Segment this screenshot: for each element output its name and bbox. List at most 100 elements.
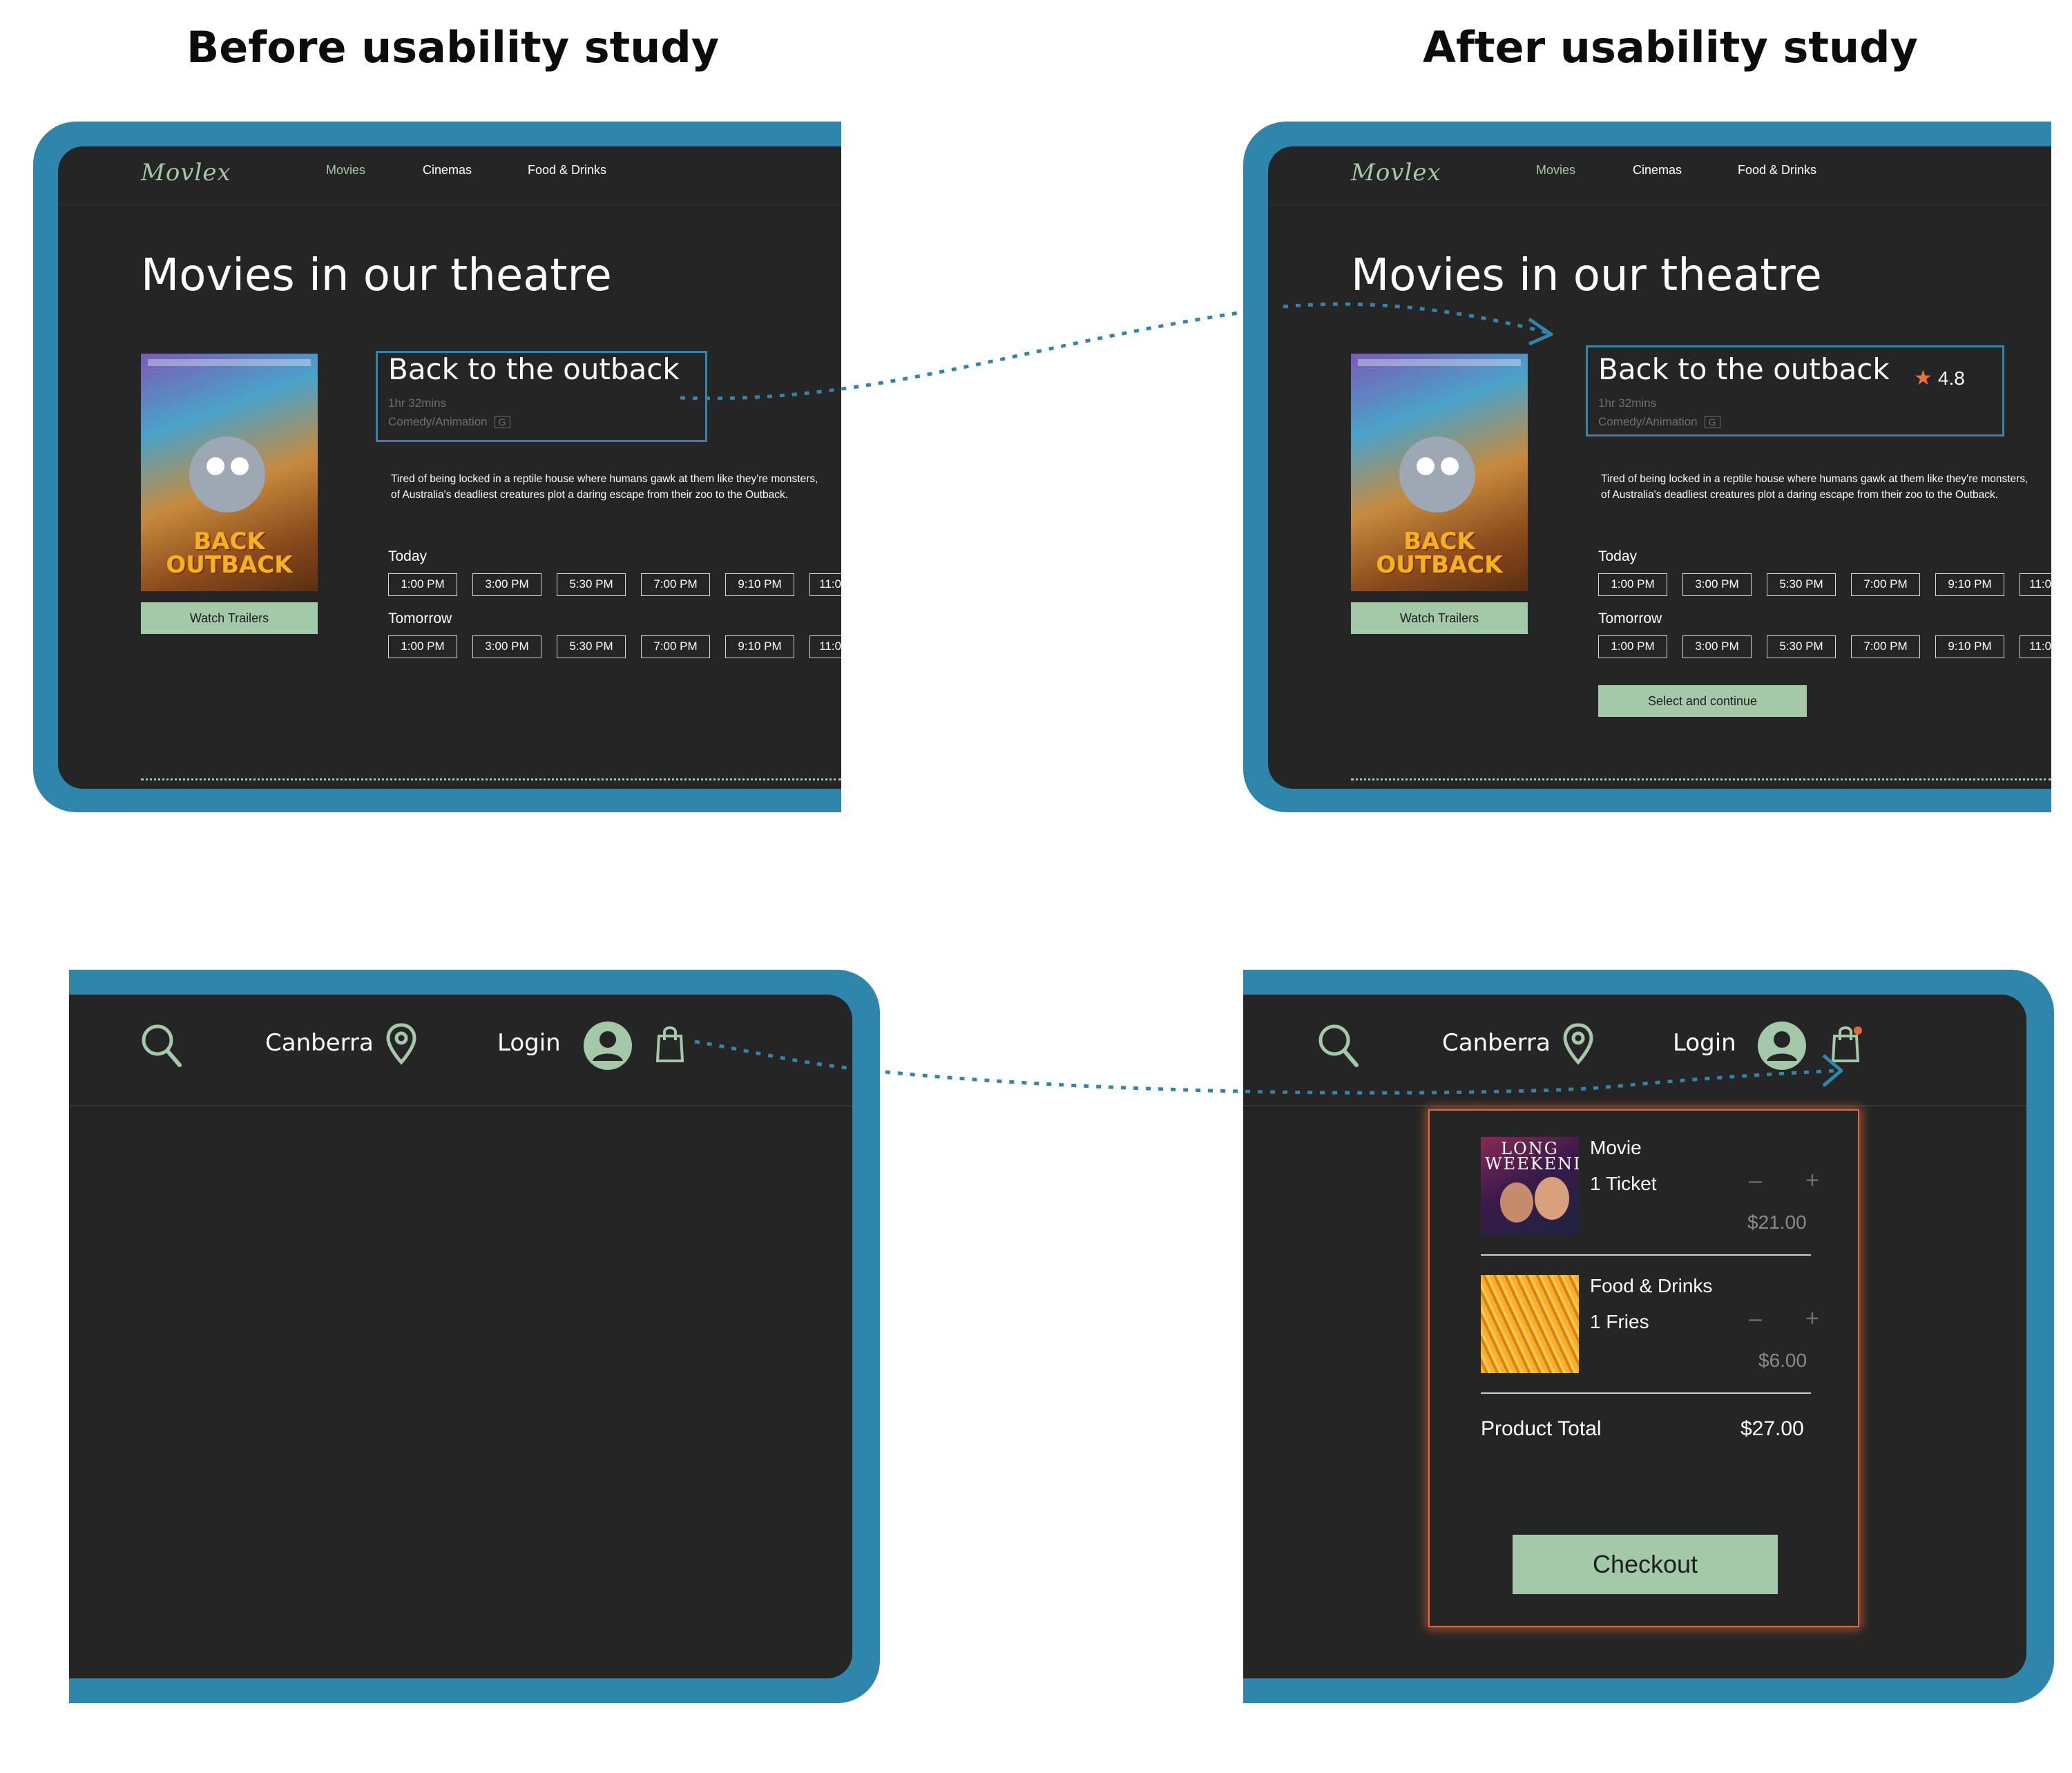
cart-item-category: Movie [1590,1137,1642,1158]
decrease-quantity-button[interactable]: – [1749,1167,1762,1194]
poster-title: BACK OUTBACK [166,528,293,579]
today-label: Today [388,548,428,564]
location-pin-icon[interactable] [385,1022,417,1066]
showtime-button[interactable]: 9:10 PM [1935,573,2004,596]
movie-title: Back to the outback [1598,352,1890,386]
showtime-button[interactable]: 3:00 PM [472,635,541,658]
poster-eye [231,457,249,475]
today-times: 1:00 PM 3:00 PM 5:30 PM 7:00 PM 9:10 PM … [1598,573,2051,596]
showtime-button[interactable]: 3:00 PM [472,573,541,596]
page-title: Movies in our theatre [141,250,612,301]
movie-synopsis: Tired of being locked in a reptile house… [1601,471,2051,503]
showtime-button[interactable]: 11:00 PM [809,573,841,596]
user-avatar-icon[interactable] [1757,1021,1807,1071]
movie-poster[interactable]: BACK OUTBACK [141,354,318,591]
watch-trailers-button[interactable]: Watch Trailers [1351,602,1528,634]
search-icon[interactable] [140,1022,184,1071]
rating-class-badge: G [1704,416,1720,428]
movie-duration: 1hr 32mins [1598,396,1657,410]
nav-movies[interactable]: Movies [1536,163,1575,178]
page-title: Movies in our theatre [1351,250,1822,301]
city-label[interactable]: Canberra [1442,1029,1551,1057]
showtime-button[interactable]: 7:00 PM [1851,573,1920,596]
product-total-value: $27.00 [1740,1417,1804,1440]
today-times: 1:00 PM 3:00 PM 5:30 PM 7:00 PM 9:10 PM … [388,573,841,596]
section-divider [141,778,841,780]
city-label[interactable]: Canberra [265,1029,374,1057]
product-total-label: Product Total [1481,1417,1602,1440]
poster-eye [1441,457,1459,475]
nav-food-drinks[interactable]: Food & Drinks [1738,163,1816,178]
showtime-button[interactable]: 5:30 PM [1767,635,1836,658]
showtime-button[interactable]: 7:00 PM [1851,635,1920,658]
showtime-button[interactable]: 9:10 PM [725,573,794,596]
showtime-button[interactable]: 7:00 PM [641,573,710,596]
movie-genre: Comedy/Animation G [388,415,510,429]
cart-divider [1481,1392,1811,1394]
poster-title: BACK OUTBACK [1376,528,1503,579]
fries-thumbnail [1481,1275,1579,1373]
increase-quantity-button[interactable]: + [1805,1305,1819,1332]
nav-divider [1268,204,2051,205]
tomorrow-times: 1:00 PM 3:00 PM 5:30 PM 7:00 PM 9:10 PM … [388,635,841,658]
poster-eye [1417,457,1435,475]
synopsis-line: of Australia's deadliest creatures plot … [391,489,789,501]
watch-trailers-button[interactable]: Watch Trailers [141,602,318,634]
movie-poster[interactable]: BACK OUTBACK [1351,354,1528,591]
showtime-button[interactable]: 5:30 PM [557,573,626,596]
decrease-quantity-button[interactable]: – [1749,1305,1762,1332]
select-continue-button[interactable]: Select and continue [1598,685,1807,717]
checkout-button[interactable]: Checkout [1513,1535,1778,1594]
increase-quantity-button[interactable]: + [1805,1167,1819,1194]
movlex-logo[interactable]: Movlex [141,159,231,186]
showtime-button[interactable]: 11:00 PM [809,635,841,658]
login-label[interactable]: Login [497,1029,561,1057]
today-label: Today [1598,548,1638,564]
showtime-button[interactable]: 5:30 PM [1767,573,1836,596]
showtime-button[interactable]: 5:30 PM [557,635,626,658]
genre-text: Comedy/Animation [388,415,488,428]
showtime-button[interactable]: 7:00 PM [641,635,710,658]
showtime-button[interactable]: 1:00 PM [388,635,457,658]
section-divider [1351,778,2051,780]
location-pin-icon[interactable] [1562,1022,1594,1066]
showtime-button[interactable]: 11:00 PM [2020,635,2051,658]
movie-genre: Comedy/Animation G [1598,415,1720,429]
showtime-button[interactable]: 9:10 PM [725,635,794,658]
rating-value: 4.8 [1937,367,1965,389]
showtime-button[interactable]: 9:10 PM [1935,635,2004,658]
synopsis-line: Tired of being locked in a reptile house… [391,473,818,485]
showtime-button[interactable]: 1:00 PM [388,573,457,596]
movlex-logo[interactable]: Movlex [1351,159,1441,186]
poster-koala [189,437,265,512]
showtime-button[interactable]: 11:00 PM [2020,573,2051,596]
cart-item-detail: 1 Ticket [1590,1173,1657,1194]
showtime-button[interactable]: 3:00 PM [1682,573,1752,596]
nav-cinemas[interactable]: Cinemas [423,163,472,178]
movie-rating: ★ 4.8 [1914,366,1965,390]
cart-item-detail: 1 Fries [1590,1311,1649,1332]
nav-divider [58,204,841,205]
login-label[interactable]: Login [1673,1029,1736,1057]
after-header-frame: Canberra Login LONG WEEKEND Movie 1 Tick… [1243,970,2054,1703]
nav-food-drinks[interactable]: Food & Drinks [528,163,606,178]
before-movie-screen: Movlex Movies Cinemas Food & Drinks Movi… [58,146,841,789]
cart-item-price: $21.00 [1747,1211,1807,1233]
thumb-face [1535,1177,1569,1220]
showtime-button[interactable]: 3:00 PM [1682,635,1752,658]
after-heading: After usability study [1423,22,1918,73]
shopping-bag-icon[interactable] [1832,1022,1865,1064]
showtime-button[interactable]: 1:00 PM [1598,635,1667,658]
poster-band [148,359,311,366]
shopping-bag-icon[interactable] [656,1025,684,1064]
thumb-face [1500,1182,1533,1223]
cart-dropdown: LONG WEEKEND Movie 1 Ticket – + $21.00 F… [1428,1109,1859,1627]
showtime-button[interactable]: 1:00 PM [1598,573,1667,596]
tomorrow-times: 1:00 PM 3:00 PM 5:30 PM 7:00 PM 9:10 PM … [1598,635,2051,658]
search-icon[interactable] [1316,1022,1361,1071]
cart-item-category: Food & Drinks [1590,1275,1713,1296]
user-avatar-icon[interactable] [583,1021,633,1071]
cart-divider [1481,1254,1811,1256]
nav-cinemas[interactable]: Cinemas [1633,163,1682,178]
nav-movies[interactable]: Movies [326,163,365,178]
